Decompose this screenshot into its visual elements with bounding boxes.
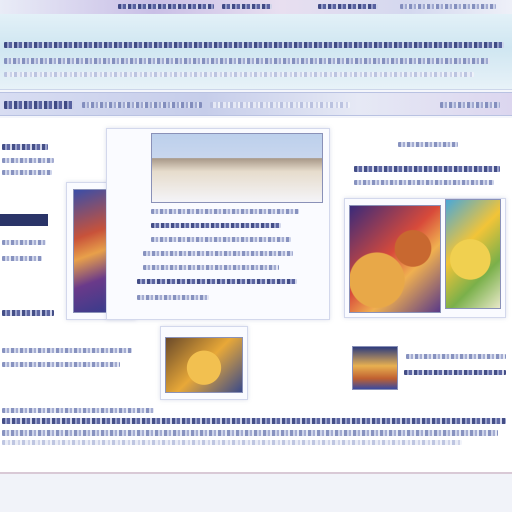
sidebar-text — [2, 348, 132, 353]
recipe-photo-card[interactable] — [344, 198, 506, 318]
right-text-line — [398, 142, 458, 147]
sidebar-text — [2, 256, 42, 261]
sidebar-text — [2, 158, 54, 163]
thumbnail-card[interactable] — [160, 326, 248, 400]
sidebar-text — [2, 170, 52, 175]
site-footer — [0, 472, 512, 512]
article-text-line — [143, 265, 279, 270]
featured-photo — [151, 133, 323, 203]
right-text-line — [354, 180, 494, 185]
article-text-line — [151, 209, 299, 214]
article-text-line — [151, 237, 291, 242]
right-text-line — [404, 370, 506, 375]
main-content — [0, 118, 512, 472]
article-text-line — [143, 251, 293, 256]
nav-item[interactable] — [4, 101, 74, 109]
sidebar-text — [2, 362, 120, 367]
nav-item[interactable] — [440, 102, 500, 108]
header-text-line — [4, 42, 504, 48]
article-text-line — [137, 279, 297, 284]
article-text-line — [137, 295, 209, 300]
recipe-photo — [349, 205, 441, 313]
right-text-line — [354, 166, 500, 172]
sidebar-heading-bar — [0, 214, 48, 226]
body-text-line — [2, 418, 506, 424]
header-text-line — [4, 58, 490, 64]
thumbnail-photo — [165, 337, 243, 393]
body-text-line — [2, 408, 154, 413]
browser-top-bar — [0, 0, 512, 14]
body-text-line — [2, 430, 498, 436]
sidebar-text — [2, 310, 54, 316]
site-header — [0, 14, 512, 90]
sidebar-text — [2, 240, 46, 245]
nav-bar — [0, 92, 512, 116]
header-text-line — [4, 72, 474, 77]
featured-article-card[interactable] — [106, 128, 330, 320]
body-text-line — [2, 440, 462, 445]
article-text-line — [151, 223, 281, 228]
thumbnail-photo[interactable] — [352, 346, 398, 390]
nav-item[interactable] — [210, 102, 350, 108]
sidebar-text — [2, 144, 48, 150]
salad-photo — [445, 199, 501, 309]
nav-item[interactable] — [82, 102, 202, 108]
right-text-line — [406, 354, 506, 359]
